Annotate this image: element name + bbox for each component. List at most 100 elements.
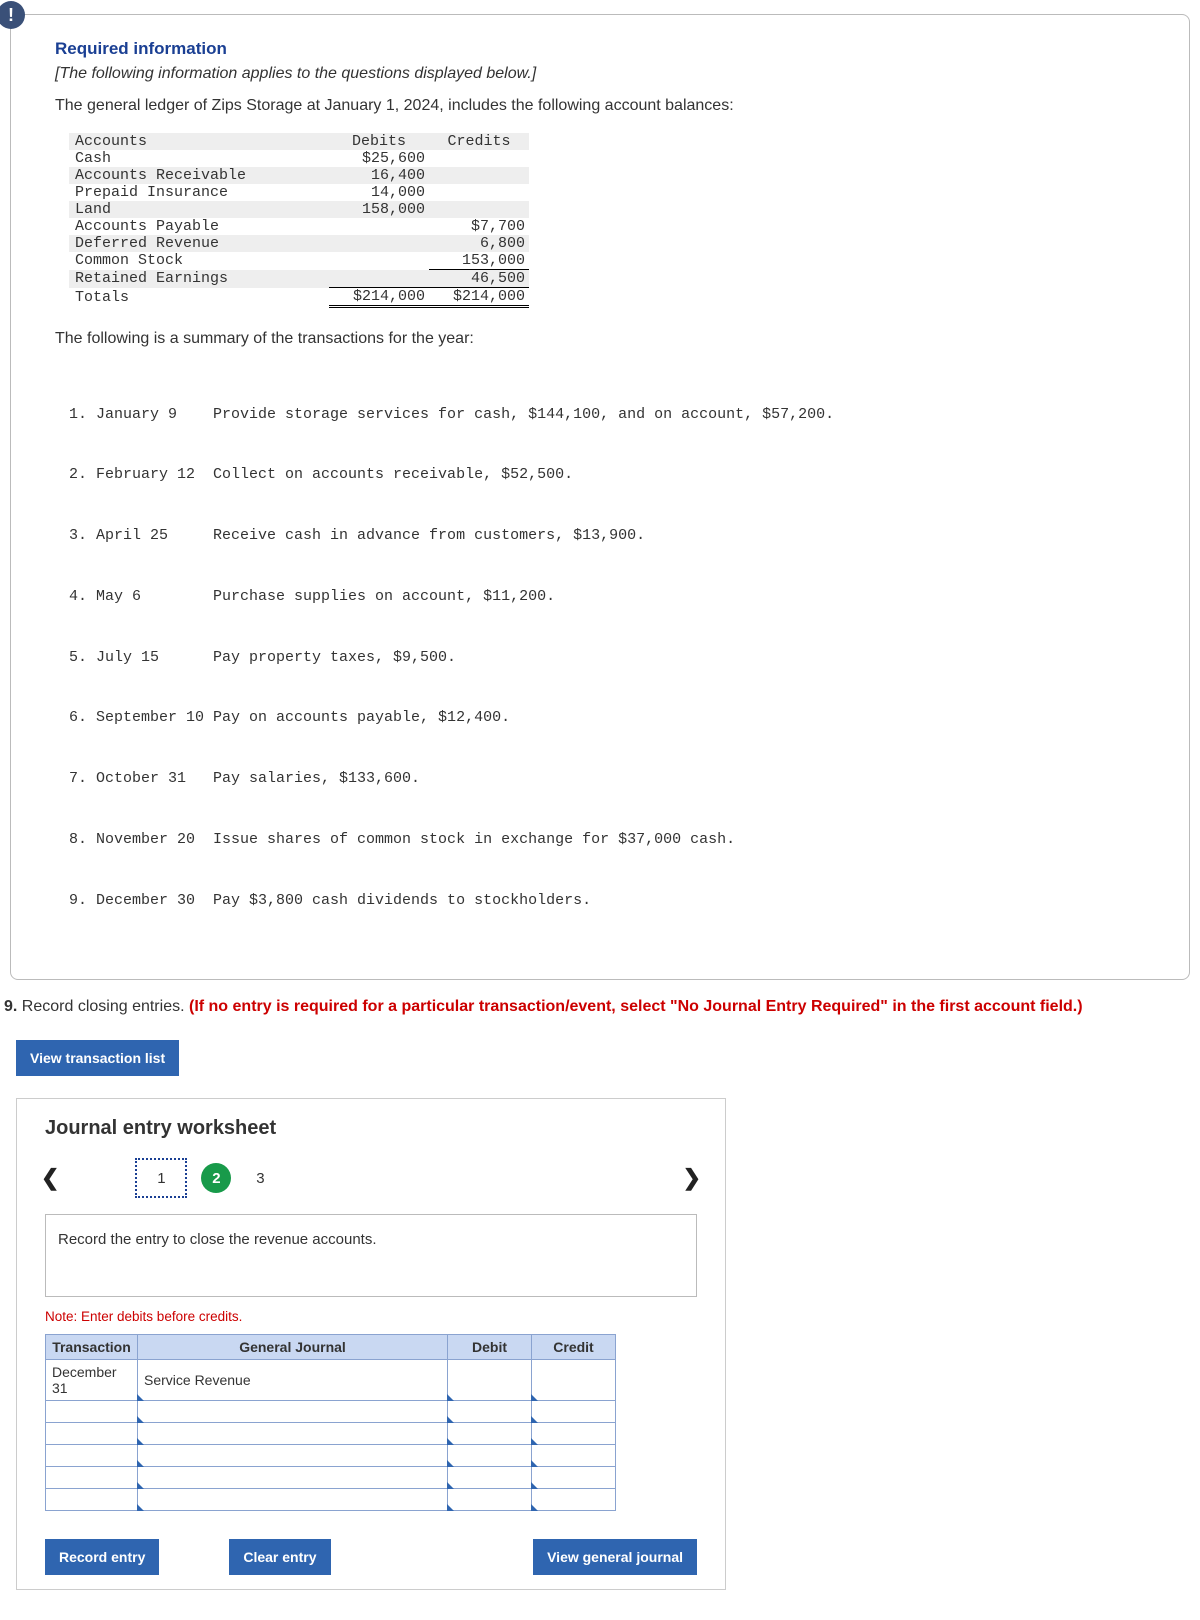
question-number: 9. xyxy=(4,998,17,1015)
entry-instruction-box: Record the entry to close the revenue ac… xyxy=(45,1214,697,1297)
ledger-totals-credit: $214,000 xyxy=(429,288,529,307)
je-transaction-cell xyxy=(46,1445,138,1467)
transaction-line: 2. February 12 Collect on accounts recei… xyxy=(69,465,1145,485)
je-debit-cell[interactable] xyxy=(448,1423,532,1445)
ledger-account: Prepaid Insurance xyxy=(69,184,329,201)
view-transaction-list-button[interactable]: View transaction list xyxy=(16,1040,179,1076)
clear-entry-button[interactable]: Clear entry xyxy=(229,1539,330,1575)
ledger-debit: $25,600 xyxy=(329,150,429,167)
pager-step-1-label: 1 xyxy=(157,1170,165,1187)
dropdown-icon xyxy=(137,1504,144,1511)
transaction-line: 6. September 10 Pay on accounts payable,… xyxy=(69,708,1145,728)
information-applies-note: [The following information applies to th… xyxy=(55,65,1145,83)
lead-sentence: The general ledger of Zips Storage at Ja… xyxy=(55,97,1145,115)
chevron-right-icon[interactable]: ❯ xyxy=(675,1161,709,1195)
je-account-cell[interactable]: Service Revenue xyxy=(138,1360,448,1401)
ledger-head-credits: Credits xyxy=(429,133,529,150)
transaction-line: 7. October 31 Pay salaries, $133,600. xyxy=(69,769,1145,789)
je-header-transaction: Transaction xyxy=(46,1335,138,1360)
ledger-debit xyxy=(329,252,429,270)
alert-icon: ! xyxy=(0,1,25,29)
question-text: Record closing entries. xyxy=(17,998,189,1015)
je-debit-cell[interactable] xyxy=(448,1360,532,1401)
ledger-debit xyxy=(329,218,429,235)
ledger-debit xyxy=(329,235,429,252)
je-credit-cell[interactable] xyxy=(532,1401,616,1423)
worksheet-pager: ❮ 1 2 3 ❯ xyxy=(17,1152,725,1208)
ledger-account: Deferred Revenue xyxy=(69,235,329,252)
ledger-totals-label: Totals xyxy=(69,288,329,307)
je-credit-cell[interactable] xyxy=(532,1489,616,1511)
je-header-debit: Debit xyxy=(448,1335,532,1360)
dropdown-icon xyxy=(447,1504,454,1511)
ledger-account: Cash xyxy=(69,150,329,167)
je-credit-cell[interactable] xyxy=(532,1467,616,1489)
question-9-prompt: 9. Record closing entries. (If no entry … xyxy=(4,998,1196,1016)
ledger-credit xyxy=(429,150,529,167)
ledger-totals-debit: $214,000 xyxy=(329,288,429,307)
table-row: December 31 Service Revenue xyxy=(46,1360,616,1401)
debits-before-credits-note: Note: Enter debits before credits. xyxy=(45,1309,725,1324)
ledger-debit: 14,000 xyxy=(329,184,429,201)
ledger-credit xyxy=(429,184,529,201)
je-debit-cell[interactable] xyxy=(448,1445,532,1467)
transaction-summary-list: 1. January 9 Provide storage services fo… xyxy=(69,364,1145,951)
table-row xyxy=(46,1467,616,1489)
transaction-line: 1. January 9 Provide storage services fo… xyxy=(69,405,1145,425)
ledger-account: Accounts Receivable xyxy=(69,167,329,184)
transaction-line: 5. July 15 Pay property taxes, $9,500. xyxy=(69,648,1145,668)
dropdown-icon xyxy=(531,1504,538,1511)
je-account-cell[interactable] xyxy=(138,1401,448,1423)
entry-instruction-text: Record the entry to close the revenue ac… xyxy=(58,1231,377,1248)
ledger-credit: $7,700 xyxy=(429,218,529,235)
je-transaction-cell xyxy=(46,1467,138,1489)
je-account-cell[interactable] xyxy=(138,1467,448,1489)
ledger-head-debits: Debits xyxy=(329,133,429,150)
je-debit-cell[interactable] xyxy=(448,1489,532,1511)
je-transaction-cell xyxy=(46,1423,138,1445)
worksheet-title: Journal entry worksheet xyxy=(45,1117,725,1140)
required-information-panel: ! Required information [The following in… xyxy=(10,14,1190,980)
transactions-intro: The following is a summary of the transa… xyxy=(55,330,1145,348)
ledger-credit xyxy=(429,201,529,218)
ledger-debit xyxy=(329,270,429,288)
ledger-credit: 153,000 xyxy=(429,252,529,270)
journal-entry-worksheet: Journal entry worksheet ❮ 1 2 3 ❯ Record… xyxy=(16,1098,726,1590)
ledger-credit xyxy=(429,167,529,184)
ledger-debit: 158,000 xyxy=(329,201,429,218)
je-account-cell[interactable] xyxy=(138,1445,448,1467)
pager-step-2[interactable]: 2 xyxy=(201,1163,231,1193)
je-debit-cell[interactable] xyxy=(448,1467,532,1489)
record-entry-button[interactable]: Record entry xyxy=(45,1539,159,1575)
pager-step-3[interactable]: 3 xyxy=(245,1158,275,1198)
ledger-credit: 46,500 xyxy=(429,270,529,288)
je-header-credit: Credit xyxy=(532,1335,616,1360)
je-credit-cell[interactable] xyxy=(532,1360,616,1401)
ledger-balances-table: Accounts Debits Credits Cash$25,600 Acco… xyxy=(69,133,529,308)
je-transaction-cell: December 31 xyxy=(46,1360,138,1401)
je-credit-cell[interactable] xyxy=(532,1423,616,1445)
table-row xyxy=(46,1423,616,1445)
view-general-journal-button[interactable]: View general journal xyxy=(533,1539,697,1575)
table-row xyxy=(46,1445,616,1467)
je-debit-cell[interactable] xyxy=(448,1401,532,1423)
required-information-title: Required information xyxy=(55,39,1145,59)
je-transaction-cell xyxy=(46,1401,138,1423)
table-row xyxy=(46,1401,616,1423)
pager-step-1[interactable]: 1 xyxy=(135,1158,187,1198)
ledger-debit: 16,400 xyxy=(329,167,429,184)
je-account-cell[interactable] xyxy=(138,1423,448,1445)
table-row xyxy=(46,1489,616,1511)
je-transaction-cell xyxy=(46,1489,138,1511)
je-header-general-journal: General Journal xyxy=(138,1335,448,1360)
pager-step-2-label: 2 xyxy=(212,1170,220,1187)
chevron-left-icon[interactable]: ❮ xyxy=(33,1161,67,1195)
transaction-line: 9. December 30 Pay $3,800 cash dividends… xyxy=(69,891,1145,911)
transaction-line: 3. April 25 Receive cash in advance from… xyxy=(69,526,1145,546)
je-credit-cell[interactable] xyxy=(532,1445,616,1467)
journal-entry-table: Transaction General Journal Debit Credit… xyxy=(45,1334,616,1511)
je-account-cell[interactable] xyxy=(138,1489,448,1511)
transaction-line: 4. May 6 Purchase supplies on account, $… xyxy=(69,587,1145,607)
question-red-instruction: (If no entry is required for a particula… xyxy=(189,998,1083,1015)
pager-step-3-label: 3 xyxy=(256,1170,264,1187)
